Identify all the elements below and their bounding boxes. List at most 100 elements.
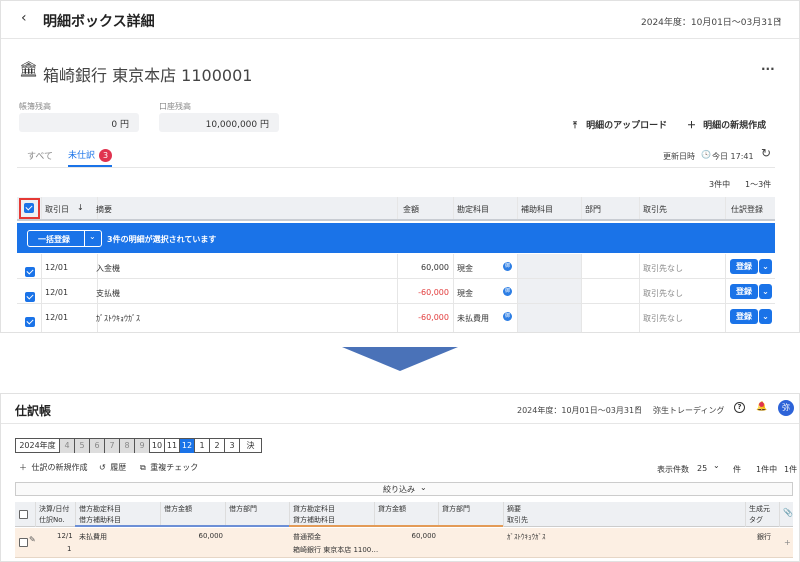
closing-tab[interactable]: 決 — [240, 439, 261, 453]
table-header: 取引日 ↓ 摘要 金額 勘定科目 補助科目 部門 取引先 仕訳登録 — [17, 197, 775, 221]
month-tab-active[interactable]: 12 — [180, 439, 195, 453]
chevron-down-icon[interactable]: ⌄ — [713, 461, 720, 470]
plus-icon: ＋ — [687, 121, 697, 131]
col-divider — [581, 197, 582, 219]
month-tab[interactable]: 8 — [120, 439, 135, 453]
select-all-checkbox[interactable] — [19, 510, 28, 519]
plus-icon: ＋ — [19, 463, 27, 472]
row-checkbox[interactable] — [25, 267, 35, 277]
duplicate-check-button[interactable]: ⧉ 重複チェック — [140, 462, 198, 473]
month-tab[interactable]: 11 — [165, 439, 180, 453]
sort-arrow-icon[interactable]: ↓ — [77, 203, 84, 212]
month-tab[interactable]: 1 — [195, 439, 210, 453]
row-checkbox[interactable] — [25, 317, 35, 327]
help-icon[interactable]: ? — [734, 402, 745, 413]
tab-divider — [17, 167, 775, 168]
bulk-register-button[interactable]: 一括登録 ⌄ — [27, 230, 102, 247]
register-button[interactable]: 登録 — [730, 309, 758, 324]
result-count: 3件中 — [709, 180, 731, 189]
tab-badge: 3 — [99, 149, 113, 162]
statement-header: ‹ 明細ボックス詳細 2024年度：10月01日〜03月31日 ⌄ — [1, 1, 799, 39]
book-balance-box: 0 円 — [19, 113, 139, 132]
account-balance-label: 口座残高 — [159, 102, 191, 111]
col-divider — [41, 197, 42, 219]
display-count-select[interactable]: 25 — [697, 464, 707, 473]
table-row[interactable]: 12/01 ｶﾞｽﾄｳｷｮｳｶﾞｽ -60,000 未払費用 御 取引先なし 登… — [17, 304, 775, 329]
period-selector[interactable]: 2024年度：10月01日〜03月31日 — [517, 405, 642, 416]
col-divider — [374, 502, 375, 527]
bulk-message: 3件の明細が選択されています — [107, 235, 217, 244]
more-icon[interactable]: ··· — [761, 62, 775, 76]
row-account[interactable]: 未払費用 — [457, 313, 489, 324]
history-label: 履歴 — [110, 463, 127, 472]
chevron-down-icon[interactable]: ⌄ — [775, 14, 783, 24]
chevron-down-icon[interactable]: ⌄ — [759, 259, 772, 274]
display-count-label: 表示件数 — [657, 465, 689, 474]
header-date[interactable]: 取引日 — [45, 204, 69, 215]
row-description: 支払機 — [96, 289, 120, 298]
header-debit-sub: 借方補助科目 — [79, 516, 121, 524]
bulk-register-label: 一括登録 — [38, 235, 70, 244]
month-tab[interactable]: 9 — [135, 439, 150, 453]
row-account[interactable]: 現金 — [457, 263, 473, 274]
tab-all[interactable]: すべて — [27, 149, 53, 162]
updated-time: 今日 17:41 — [712, 152, 754, 161]
chevron-down-icon[interactable]: ⌄ — [759, 284, 772, 299]
col-divider — [75, 502, 76, 527]
notification-dot — [759, 402, 764, 407]
history-button[interactable]: ↺ 履歴 — [99, 462, 126, 473]
register-button[interactable]: 登録 — [730, 259, 758, 274]
row-checkbox[interactable] — [25, 292, 35, 302]
row-amount: 60,000 — [421, 263, 449, 272]
header-amount: 金額 — [403, 205, 419, 214]
header-partner: 取引先 — [643, 205, 667, 214]
month-tab[interactable]: 6 — [90, 439, 105, 453]
debit-accent-line — [75, 525, 289, 527]
select-all-highlight — [19, 198, 40, 219]
month-tab[interactable]: 3 — [225, 439, 240, 453]
chevron-down-icon[interactable]: ⌄ — [634, 402, 641, 411]
chevron-down-icon[interactable]: ⌄ — [759, 309, 772, 324]
statement-rows: 12/01 入金機 60,000 現金 御 取引先なし 登録 ⌄ 12/01 支… — [17, 254, 775, 332]
table-row[interactable]: 12/01 支払機 -60,000 現金 御 取引先なし 登録 ⌄ — [17, 279, 775, 304]
col-divider — [725, 197, 726, 219]
refresh-icon[interactable]: ↻ — [761, 146, 771, 160]
new-statement-button[interactable]: ＋ 明細の新規作成 — [687, 118, 766, 131]
new-journal-button[interactable]: ＋ 仕訳の新規作成 — [19, 462, 88, 473]
edit-icon[interactable]: ✎ — [29, 535, 36, 544]
month-tab[interactable]: 4 — [60, 439, 75, 453]
back-icon[interactable]: ‹ — [21, 10, 27, 26]
month-tab[interactable]: 5 — [75, 439, 90, 453]
row-account[interactable]: 現金 — [457, 288, 473, 299]
row-partner[interactable]: 取引先なし — [643, 313, 683, 324]
chevron-down-icon[interactable]: ⌄ — [89, 232, 96, 241]
month-tab[interactable]: 10 — [150, 439, 165, 453]
col-divider — [160, 502, 161, 527]
account-tag-icon: 御 — [503, 287, 512, 296]
company-name[interactable]: 弥生トレーディング — [653, 405, 724, 416]
header-memo: 摘要 — [507, 505, 521, 513]
add-icon[interactable]: + — [784, 538, 791, 547]
filter-bar[interactable]: 絞り込み ⌄ — [15, 482, 793, 496]
row-partner[interactable]: 取引先なし — [643, 288, 683, 299]
period-selector[interactable]: 2024年度：10月01日〜03月31日 — [641, 15, 782, 28]
col-divider — [745, 502, 746, 527]
row-checkbox[interactable] — [19, 538, 28, 547]
year-tab[interactable]: 2024年度 — [16, 439, 60, 453]
register-button[interactable]: 登録 — [730, 284, 758, 299]
upload-button[interactable]: ⤒ 明細のアップロード — [573, 118, 667, 131]
row-partner[interactable]: 取引先なし — [643, 263, 683, 274]
table-row[interactable]: 12/01 入金機 60,000 現金 御 取引先なし 登録 ⌄ — [17, 254, 775, 279]
chevron-double-down-icon: ⌄ — [420, 483, 427, 492]
table-row[interactable]: ✎ 12/1 1 未払費用 60,000 普通預金 箱崎銀行 東京本店 1100… — [15, 528, 793, 558]
button-divider — [84, 231, 85, 246]
col-divider — [397, 197, 398, 219]
count-summary: 1件中 — [756, 465, 778, 474]
select-all-checkbox[interactable] — [24, 203, 34, 213]
tab-unjournaled[interactable]: 未仕訳 3 — [68, 148, 113, 167]
month-tab[interactable]: 7 — [105, 439, 120, 453]
row-date: 12/01 — [45, 313, 69, 322]
month-tab[interactable]: 2 — [210, 439, 225, 453]
avatar[interactable]: 弥 — [778, 400, 794, 416]
month-selector: 2024年度 4 5 6 7 8 9 10 11 12 1 2 3 決 — [15, 438, 262, 453]
